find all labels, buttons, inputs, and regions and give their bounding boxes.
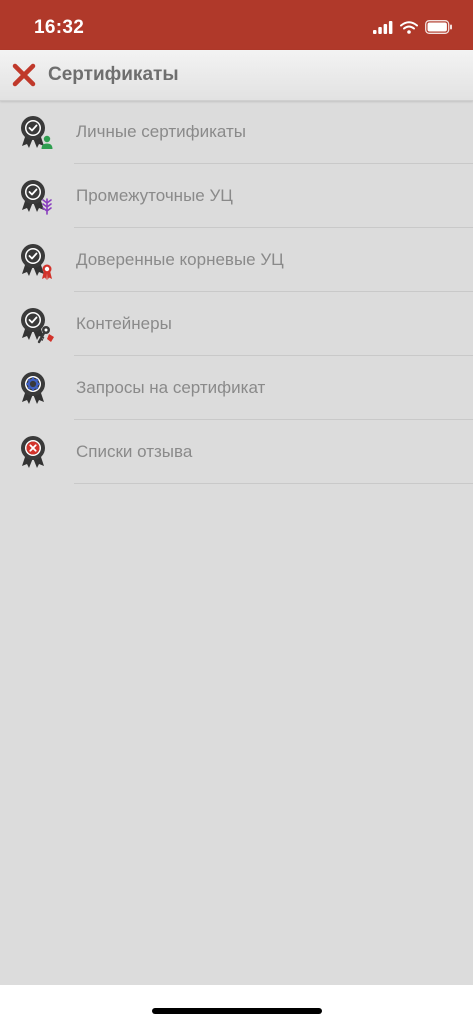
menu-item-revocation-lists[interactable]: Списки отзыва: [0, 420, 473, 484]
close-button[interactable]: [8, 61, 40, 89]
status-time: 16:32: [34, 17, 85, 38]
menu-item-label: Контейнеры: [76, 314, 172, 333]
menu-item-label: Списки отзыва: [76, 442, 193, 461]
header-bar: Сертификаты: [0, 50, 473, 101]
menu-item-label: Доверенные корневые УЦ: [76, 250, 284, 269]
menu-item-label: Личные сертификаты: [76, 122, 246, 141]
menu-item-personal-certificates[interactable]: Личные сертификаты: [0, 100, 473, 164]
home-indicator[interactable]: [152, 1008, 322, 1014]
menu-item-trusted-root-ca[interactable]: Доверенные корневые УЦ: [0, 228, 473, 292]
menu-item-certificate-requests[interactable]: Запросы на сертификат: [0, 356, 473, 420]
certificate-request-icon: [21, 372, 45, 404]
divider: [74, 483, 473, 484]
trusted-root-ca-icon: [21, 244, 52, 280]
page-title: Сертификаты: [48, 64, 179, 85]
certificate-menu: Личные сертификаты Промежуточные УЦ Дове…: [0, 100, 473, 484]
signal-icon: [373, 20, 393, 34]
status-icons: [373, 18, 453, 36]
menu-item-intermediate-ca[interactable]: Промежуточные УЦ: [0, 164, 473, 228]
personal-certificate-icon: [21, 116, 53, 149]
menu-item-label: Промежуточные УЦ: [76, 186, 233, 205]
status-bar: 16:32: [0, 0, 473, 50]
menu-item-label: Запросы на сертификат: [76, 378, 266, 397]
revocation-list-icon: [21, 436, 45, 468]
intermediate-ca-icon: [21, 180, 52, 215]
close-icon: [12, 63, 36, 87]
container-key-icon: [21, 308, 54, 344]
menu-item-containers[interactable]: Контейнеры: [0, 292, 473, 356]
bottom-safe-area: [0, 985, 473, 1024]
wifi-icon: [400, 20, 418, 34]
battery-icon: [425, 20, 452, 34]
